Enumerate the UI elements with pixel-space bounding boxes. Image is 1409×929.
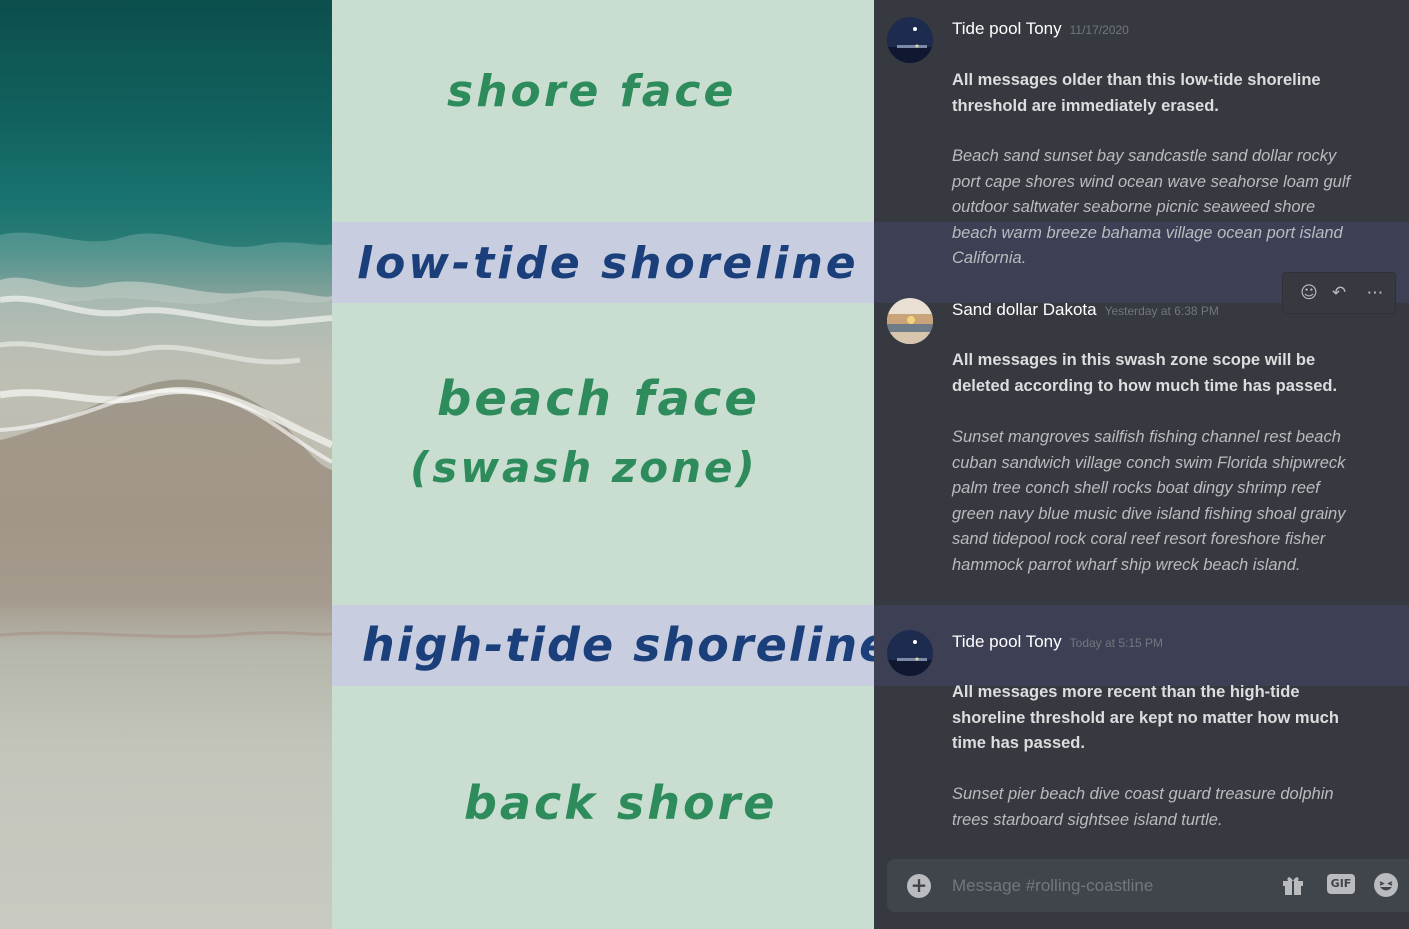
emoji-icon[interactable] [1373,872,1399,898]
beach-zone-labels: shore face low-tide shoreline beach face… [332,0,890,929]
chat-panel: Tide pool Tony 11/17/2020 All messages ol… [874,0,1409,929]
message-actions-toolbar: ☺ ↶ ⋯ [1282,272,1396,314]
add-reaction-icon[interactable]: ☺ [1297,281,1321,305]
username-text[interactable]: Tide pool Tony [952,19,1062,38]
sunset-beach-avatar-icon[interactable] [887,298,933,344]
more-options-icon[interactable]: ⋯ [1363,281,1387,305]
username-text[interactable]: Tide pool Tony [952,632,1062,651]
gif-icon[interactable]: GIF [1327,874,1355,894]
message-bold-text: All messages older than this low-tide sh… [952,71,1321,115]
reply-icon[interactable]: ↶ [1327,281,1351,305]
message-italic-text: Beach sand sunset bay sandcastle sand do… [952,147,1351,268]
upload-plus-icon[interactable]: + [907,874,931,898]
message-timestamp: 11/17/2020 [1069,23,1129,37]
message-author[interactable]: Tide pool Tony Today at 5:15 PM [952,632,1163,652]
night-pier-avatar-icon[interactable] [887,630,933,676]
message-bold-text: All messages in this swash zone scope wi… [952,351,1338,395]
message-italic-text: Sunset mangroves sailfish fishing channe… [952,428,1346,574]
shore-face-label: shore face [447,66,737,117]
message-input[interactable]: Message #rolling-coastline [952,876,1153,896]
message-timestamp: Today at 5:15 PM [1069,636,1164,650]
low-tide-shoreline-label: low-tide shoreline [357,238,859,289]
high-tide-shoreline-label: high-tide shoreline [362,618,893,672]
message-author[interactable]: Sand dollar Dakota Yesterday at 6:38 PM [952,300,1219,320]
beach-aerial-photo [0,0,332,929]
message-timestamp: Yesterday at 6:38 PM [1104,304,1219,318]
night-pier-avatar-icon[interactable] [887,17,933,63]
username-text[interactable]: Sand dollar Dakota [952,300,1097,319]
message-composer[interactable]: + Message #rolling-coastline GIF [887,859,1409,912]
message-bold-text: All messages more recent than the high-t… [952,683,1339,753]
message-author[interactable]: Tide pool Tony 11/17/2020 [952,19,1129,39]
back-shore-label: back shore [464,776,778,830]
message-italic-text: Sunset pier beach dive coast guard treas… [952,785,1334,829]
beach-face-label: beach face [437,371,760,427]
gift-icon[interactable] [1281,873,1305,897]
swash-zone-label: (swash zone) [410,443,758,492]
